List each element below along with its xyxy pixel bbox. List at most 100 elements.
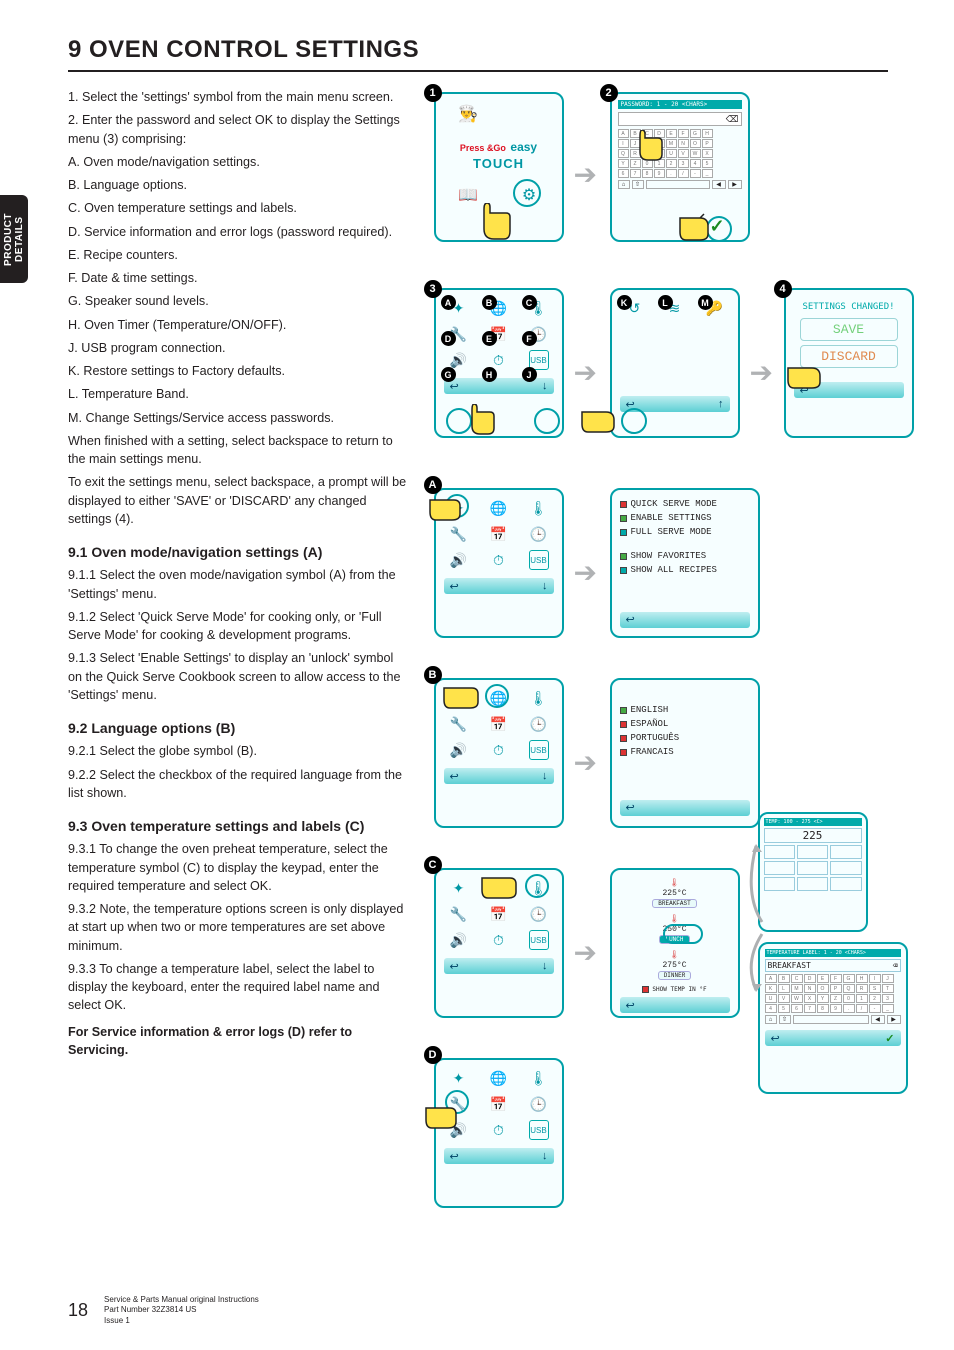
menu-item[interactable]: SHOW FAVORITES bbox=[620, 550, 750, 564]
menu-item[interactable]: QUICK SERVE MODE bbox=[620, 498, 750, 512]
back-icon[interactable]: ↩ bbox=[450, 580, 459, 593]
item-h: H. Oven Timer (Temperature/ON/OFF). bbox=[68, 316, 408, 334]
home-icon: ⌂ bbox=[618, 180, 630, 189]
speaker-icon[interactable]: 🔊 bbox=[449, 550, 469, 570]
back-icon[interactable]: ↩ bbox=[626, 398, 635, 411]
down-icon[interactable]: ↓ bbox=[542, 960, 548, 972]
badge-b: B bbox=[482, 295, 497, 310]
counter-icon[interactable]: 📅 bbox=[489, 1094, 509, 1114]
screen-c-temps[interactable]: 🌡225°CBREAKFAST 🌡250°CLUNCH 🌡275°CDINNER… bbox=[610, 868, 740, 1018]
nav-icon[interactable]: ✦ bbox=[449, 1068, 469, 1088]
gear-icon[interactable]: ⚙ bbox=[517, 183, 541, 207]
clock-icon[interactable]: 🕒 bbox=[529, 714, 549, 734]
badge-d: D bbox=[441, 331, 456, 346]
globe-icon[interactable]: 🌐 bbox=[489, 688, 509, 708]
back-icon[interactable]: ↩ bbox=[626, 613, 635, 626]
diagram-column: 1 👨‍🍳 Press &Go easy TOUCH 📖 ⚙ ➔ bbox=[426, 88, 889, 1064]
badge-4: 4 bbox=[774, 280, 792, 298]
temp-row[interactable]: 🌡275°CDINNER bbox=[658, 950, 692, 980]
temp-unit-toggle[interactable]: SHOW TEMP IN °F bbox=[642, 986, 706, 993]
therm-icon[interactable]: 🌡 bbox=[529, 688, 549, 708]
speaker-icon[interactable]: 🔊 bbox=[449, 740, 469, 760]
h-92: 9.2 Language options (B) bbox=[68, 718, 408, 738]
therm-icon[interactable]: 🌡 bbox=[529, 878, 549, 898]
down-icon[interactable]: ↓ bbox=[542, 380, 548, 392]
clock-icon[interactable]: 🕒 bbox=[529, 1094, 549, 1114]
menu-item[interactable]: ENGLISH bbox=[620, 704, 750, 718]
menu-item[interactable]: PORTUGUÊS bbox=[620, 732, 750, 746]
nav-icon[interactable]: ✦ bbox=[449, 878, 469, 898]
menu-item[interactable]: ENABLE SETTINGS bbox=[620, 512, 750, 526]
menu-item[interactable]: SHOW ALL RECIPES bbox=[620, 564, 750, 578]
speaker-icon[interactable]: 🔊 bbox=[449, 930, 469, 950]
prev-key: ◀ bbox=[712, 180, 726, 189]
footer-line: Part Number 32Z3814 US bbox=[104, 1305, 259, 1315]
timer-icon[interactable]: ⏱ bbox=[489, 740, 509, 760]
back-icon[interactable]: ↩ bbox=[450, 960, 459, 973]
p-913: 9.1.3 Select 'Enable Settings' to displa… bbox=[68, 649, 408, 704]
pw-field[interactable]: ⌫ bbox=[618, 112, 742, 126]
item-k: K. Restore settings to Factory defaults. bbox=[68, 362, 408, 380]
keyboard[interactable]: ABCDEFGHIJKLMNOPQRSTUVWXYZ0123456789./-_ bbox=[765, 974, 901, 1013]
back-icon[interactable]: ↩ bbox=[626, 801, 635, 814]
arrow-icon: ➔ bbox=[574, 158, 597, 191]
badge-l: L bbox=[658, 295, 673, 310]
arrow-icon: ➔ bbox=[574, 746, 597, 779]
usb-icon[interactable]: USB bbox=[529, 740, 549, 760]
screen-a-menu[interactable]: QUICK SERVE MODE ENABLE SETTINGS FULL SE… bbox=[610, 488, 760, 638]
save-button[interactable]: SAVE bbox=[800, 318, 898, 341]
wrench-icon[interactable]: 🔧 bbox=[449, 714, 469, 734]
counter-icon[interactable]: 📅 bbox=[489, 904, 509, 924]
screen-label-kb[interactable]: TEMPERATURE LABEL: 1 - 20 <CHARS> BREAKF… bbox=[758, 942, 908, 1094]
screen-keypad[interactable]: TEMP: 100 - 275 <C> 225 bbox=[758, 812, 868, 932]
kb2-field[interactable]: BREAKFAST⌫ bbox=[765, 959, 901, 972]
wrench-icon[interactable]: 🔧 bbox=[449, 904, 469, 924]
item-l: L. Temperature Band. bbox=[68, 385, 408, 403]
menu-item[interactable]: FRANCAIS bbox=[620, 746, 750, 760]
usb-icon[interactable]: USB bbox=[529, 1120, 549, 1140]
globe-icon[interactable]: 🌐 bbox=[489, 498, 509, 518]
up-icon[interactable]: ↑ bbox=[718, 398, 724, 410]
numpad[interactable] bbox=[764, 845, 862, 891]
kb-footer[interactable]: ⌂ ⇧ ◀▶ bbox=[765, 1015, 901, 1024]
clock-icon[interactable]: 🕒 bbox=[529, 524, 549, 544]
temp-row[interactable]: 🌡225°CBREAKFAST bbox=[652, 878, 696, 908]
p-921: 9.2.1 Select the globe symbol (B). bbox=[68, 742, 408, 760]
p-931: 9.3.1 To change the oven preheat tempera… bbox=[68, 840, 408, 895]
therm-icon[interactable]: 🌡 bbox=[529, 1068, 549, 1088]
back-icon[interactable]: ↩ bbox=[771, 1032, 780, 1045]
timer-icon[interactable]: ⏱ bbox=[489, 930, 509, 950]
back-icon[interactable]: ↩ bbox=[450, 1150, 459, 1163]
globe-icon[interactable]: 🌐 bbox=[489, 1068, 509, 1088]
item-a: A. Oven mode/navigation settings. bbox=[68, 153, 408, 171]
screen-b-menu[interactable]: ENGLISH ESPAÑOL PORTUGUÊS FRANCAIS ↩ bbox=[610, 678, 760, 828]
hand-icon bbox=[782, 360, 824, 398]
menu-item[interactable]: FULL SERVE MODE bbox=[620, 526, 750, 540]
down-icon[interactable]: ↓ bbox=[542, 580, 548, 592]
screen-settings-2[interactable]: ↺ ≋ 🔑 K L M ↩ ↑ bbox=[610, 288, 740, 438]
p-922: 9.2.2 Select the checkbox of the require… bbox=[68, 766, 408, 803]
back-icon[interactable]: ↩ bbox=[450, 770, 459, 783]
chef-icon[interactable]: 👨‍🍳 bbox=[456, 102, 480, 126]
timer-icon[interactable]: ⏱ bbox=[489, 1120, 509, 1140]
item-e: E. Recipe counters. bbox=[68, 246, 408, 264]
item-c: C. Oven temperature settings and labels. bbox=[68, 199, 408, 217]
back-icon[interactable]: ↩ bbox=[626, 999, 635, 1012]
check-icon[interactable]: ✓ bbox=[885, 1032, 894, 1045]
timer-icon[interactable]: ⏱ bbox=[489, 550, 509, 570]
usb-icon[interactable]: USB bbox=[529, 550, 549, 570]
usb-icon[interactable]: USB bbox=[529, 930, 549, 950]
kb2-header: TEMPERATURE LABEL: 1 - 20 <CHARS> bbox=[765, 949, 901, 957]
logo: Press &Go easy TOUCH bbox=[460, 138, 537, 171]
counter-icon[interactable]: 📅 bbox=[489, 714, 509, 734]
clock-icon[interactable]: 🕒 bbox=[529, 904, 549, 924]
menu-item[interactable]: ESPAÑOL bbox=[620, 718, 750, 732]
temp-row[interactable]: 🌡250°CLUNCH bbox=[659, 914, 689, 944]
side-tab-text: PRODUCTDETAILS bbox=[3, 213, 25, 266]
counter-icon[interactable]: 📅 bbox=[489, 524, 509, 544]
therm-icon[interactable]: 🌡 bbox=[529, 498, 549, 518]
item-j: J. USB program connection. bbox=[68, 339, 408, 357]
down-icon[interactable]: ↓ bbox=[542, 770, 548, 782]
kb-footer[interactable]: ⌂ ⇧ ◀ ▶ bbox=[618, 180, 742, 189]
down-icon[interactable]: ↓ bbox=[542, 1150, 548, 1162]
